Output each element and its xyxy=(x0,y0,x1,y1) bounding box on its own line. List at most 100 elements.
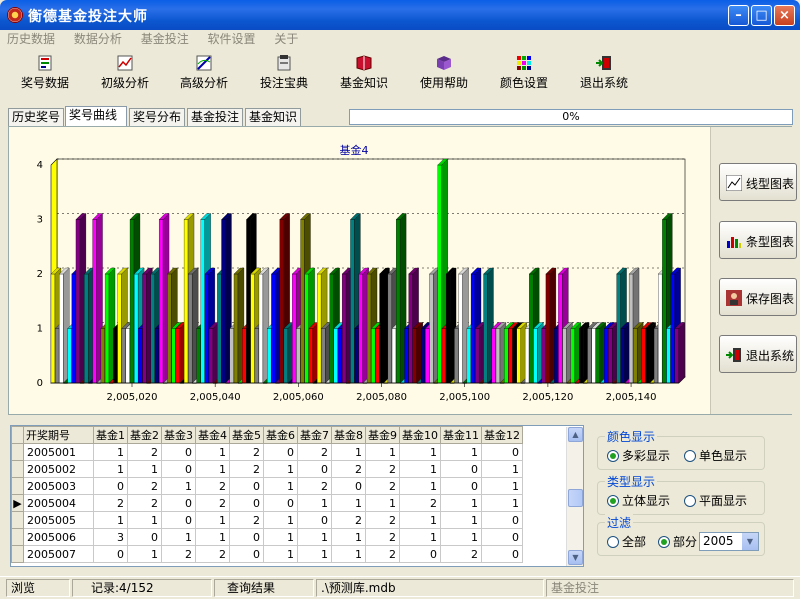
value-cell[interactable]: 2 xyxy=(331,460,366,478)
value-cell[interactable]: 2 xyxy=(229,443,264,461)
chevron-down-icon[interactable]: ▼ xyxy=(742,533,758,550)
period-cell[interactable]: 2005001 xyxy=(23,443,94,461)
table-row[interactable]: 2005006 3 0 1 1 0 1 1 1 2 1 1 0 xyxy=(11,528,523,546)
value-cell[interactable]: 1 xyxy=(399,477,441,495)
value-cell[interactable]: 1 xyxy=(481,494,523,512)
value-cell[interactable]: 1 xyxy=(263,528,298,546)
tab-betting[interactable]: 基金投注 xyxy=(187,108,243,126)
menu-history[interactable]: 历史数据 xyxy=(4,30,58,48)
column-header[interactable]: 基金1 xyxy=(93,426,128,444)
value-cell[interactable]: 1 xyxy=(331,528,366,546)
table-row[interactable]: 2005007 0 1 2 2 0 1 1 1 2 0 2 0 xyxy=(11,545,523,563)
value-cell[interactable]: 0 xyxy=(440,477,482,495)
value-cell[interactable]: 2 xyxy=(365,511,400,529)
radio-multicolor[interactable]: 多彩显示 xyxy=(607,447,670,464)
year-select[interactable]: 2005 ▼ xyxy=(699,532,759,551)
value-cell[interactable]: 1 xyxy=(127,511,162,529)
value-cell[interactable]: 1 xyxy=(331,494,366,512)
tab-curve[interactable]: 奖号曲线 xyxy=(65,106,127,126)
value-cell[interactable]: 0 xyxy=(481,545,523,563)
value-cell[interactable]: 0 xyxy=(481,511,523,529)
bar-chart-button[interactable]: 条型图表 xyxy=(719,221,797,259)
value-cell[interactable]: 1 xyxy=(297,528,332,546)
scroll-down-button[interactable]: ▼ xyxy=(568,550,583,565)
value-cell[interactable]: 1 xyxy=(263,477,298,495)
toolbar-button-knowledge[interactable]: 基金知识 xyxy=(329,54,399,91)
value-cell[interactable]: 2 xyxy=(161,545,196,563)
value-cell[interactable]: 1 xyxy=(297,494,332,512)
value-cell[interactable]: 0 xyxy=(229,477,264,495)
value-cell[interactable]: 1 xyxy=(331,545,366,563)
value-cell[interactable]: 2 xyxy=(297,443,332,461)
value-cell[interactable]: 0 xyxy=(399,545,441,563)
value-cell[interactable]: 0 xyxy=(481,443,523,461)
value-cell[interactable]: 0 xyxy=(229,494,264,512)
radio-flat[interactable]: 平面显示 xyxy=(684,492,747,509)
toolbar-button-advanced-analysis[interactable]: 高级分析 xyxy=(169,54,239,91)
radio-3d[interactable]: 立体显示 xyxy=(607,492,670,509)
column-header[interactable]: 基金5 xyxy=(229,426,264,444)
value-cell[interactable]: 0 xyxy=(229,545,264,563)
menu-betting[interactable]: 基金投注 xyxy=(138,30,192,48)
value-cell[interactable]: 2 xyxy=(229,511,264,529)
value-cell[interactable]: 1 xyxy=(365,443,400,461)
close-button[interactable]: × xyxy=(774,5,795,26)
menu-about[interactable]: 关于 xyxy=(271,30,301,48)
period-cell[interactable]: 2005004 xyxy=(23,494,94,512)
value-cell[interactable]: 1 xyxy=(440,511,482,529)
value-cell[interactable]: 0 xyxy=(161,511,196,529)
value-cell[interactable]: 1 xyxy=(440,494,482,512)
column-header[interactable]: 基金10 xyxy=(399,426,441,444)
column-header[interactable]: 基金6 xyxy=(263,426,298,444)
exit-system-button[interactable]: 退出系统 xyxy=(719,335,797,373)
value-cell[interactable]: 1 xyxy=(365,494,400,512)
value-cell[interactable]: 0 xyxy=(93,477,128,495)
toolbar-button-color-settings[interactable]: 颜色设置 xyxy=(489,54,559,91)
value-cell[interactable]: 0 xyxy=(263,494,298,512)
tab-distribution[interactable]: 奖号分布 xyxy=(129,108,185,126)
save-chart-button[interactable]: 保存图表 xyxy=(719,278,797,316)
radio-all[interactable]: 全部 xyxy=(607,533,646,550)
value-cell[interactable]: 1 xyxy=(127,460,162,478)
value-cell[interactable]: 3 xyxy=(93,528,128,546)
period-cell[interactable]: 2005002 xyxy=(23,460,94,478)
value-cell[interactable]: 2 xyxy=(195,477,230,495)
column-header[interactable]: 开奖期号 xyxy=(23,426,94,444)
menu-settings[interactable]: 软件设置 xyxy=(205,30,259,48)
value-cell[interactable]: 2 xyxy=(440,545,482,563)
radio-single-color[interactable]: 单色显示 xyxy=(684,447,747,464)
period-cell[interactable]: 2005005 xyxy=(23,511,94,529)
menu-analysis[interactable]: 数据分析 xyxy=(71,30,125,48)
value-cell[interactable]: 1 xyxy=(263,460,298,478)
value-cell[interactable]: 0 xyxy=(229,528,264,546)
tab-knowledge[interactable]: 基金知识 xyxy=(245,108,301,126)
value-cell[interactable]: 1 xyxy=(440,443,482,461)
value-cell[interactable]: 2 xyxy=(365,477,400,495)
value-cell[interactable]: 0 xyxy=(93,545,128,563)
table-row[interactable]: ▶ 2005004 2 2 0 2 0 0 1 1 1 2 1 1 xyxy=(11,494,523,512)
table-row[interactable]: 2005002 1 1 0 1 2 1 0 2 2 1 0 1 xyxy=(11,460,523,478)
value-cell[interactable]: 1 xyxy=(481,477,523,495)
value-cell[interactable]: 2 xyxy=(297,477,332,495)
value-cell[interactable]: 1 xyxy=(399,528,441,546)
value-cell[interactable]: 1 xyxy=(297,545,332,563)
value-cell[interactable]: 1 xyxy=(93,460,128,478)
value-cell[interactable]: 2 xyxy=(365,545,400,563)
column-header[interactable]: 基金9 xyxy=(365,426,400,444)
period-cell[interactable]: 2005006 xyxy=(23,528,94,546)
value-cell[interactable]: 0 xyxy=(440,460,482,478)
value-cell[interactable]: 2 xyxy=(365,460,400,478)
value-cell[interactable]: 0 xyxy=(481,528,523,546)
column-header[interactable]: 基金3 xyxy=(161,426,196,444)
value-cell[interactable]: 0 xyxy=(161,494,196,512)
tab-history[interactable]: 历史奖号 xyxy=(8,108,64,126)
value-cell[interactable]: 0 xyxy=(297,460,332,478)
column-header[interactable]: 基金2 xyxy=(127,426,162,444)
value-cell[interactable]: 1 xyxy=(440,528,482,546)
toolbar-button-basic-analysis[interactable]: 初级分析 xyxy=(90,54,160,91)
value-cell[interactable]: 2 xyxy=(127,443,162,461)
value-cell[interactable]: 1 xyxy=(195,528,230,546)
value-cell[interactable]: 1 xyxy=(399,511,441,529)
value-cell[interactable]: 2 xyxy=(127,477,162,495)
value-cell[interactable]: 0 xyxy=(127,528,162,546)
